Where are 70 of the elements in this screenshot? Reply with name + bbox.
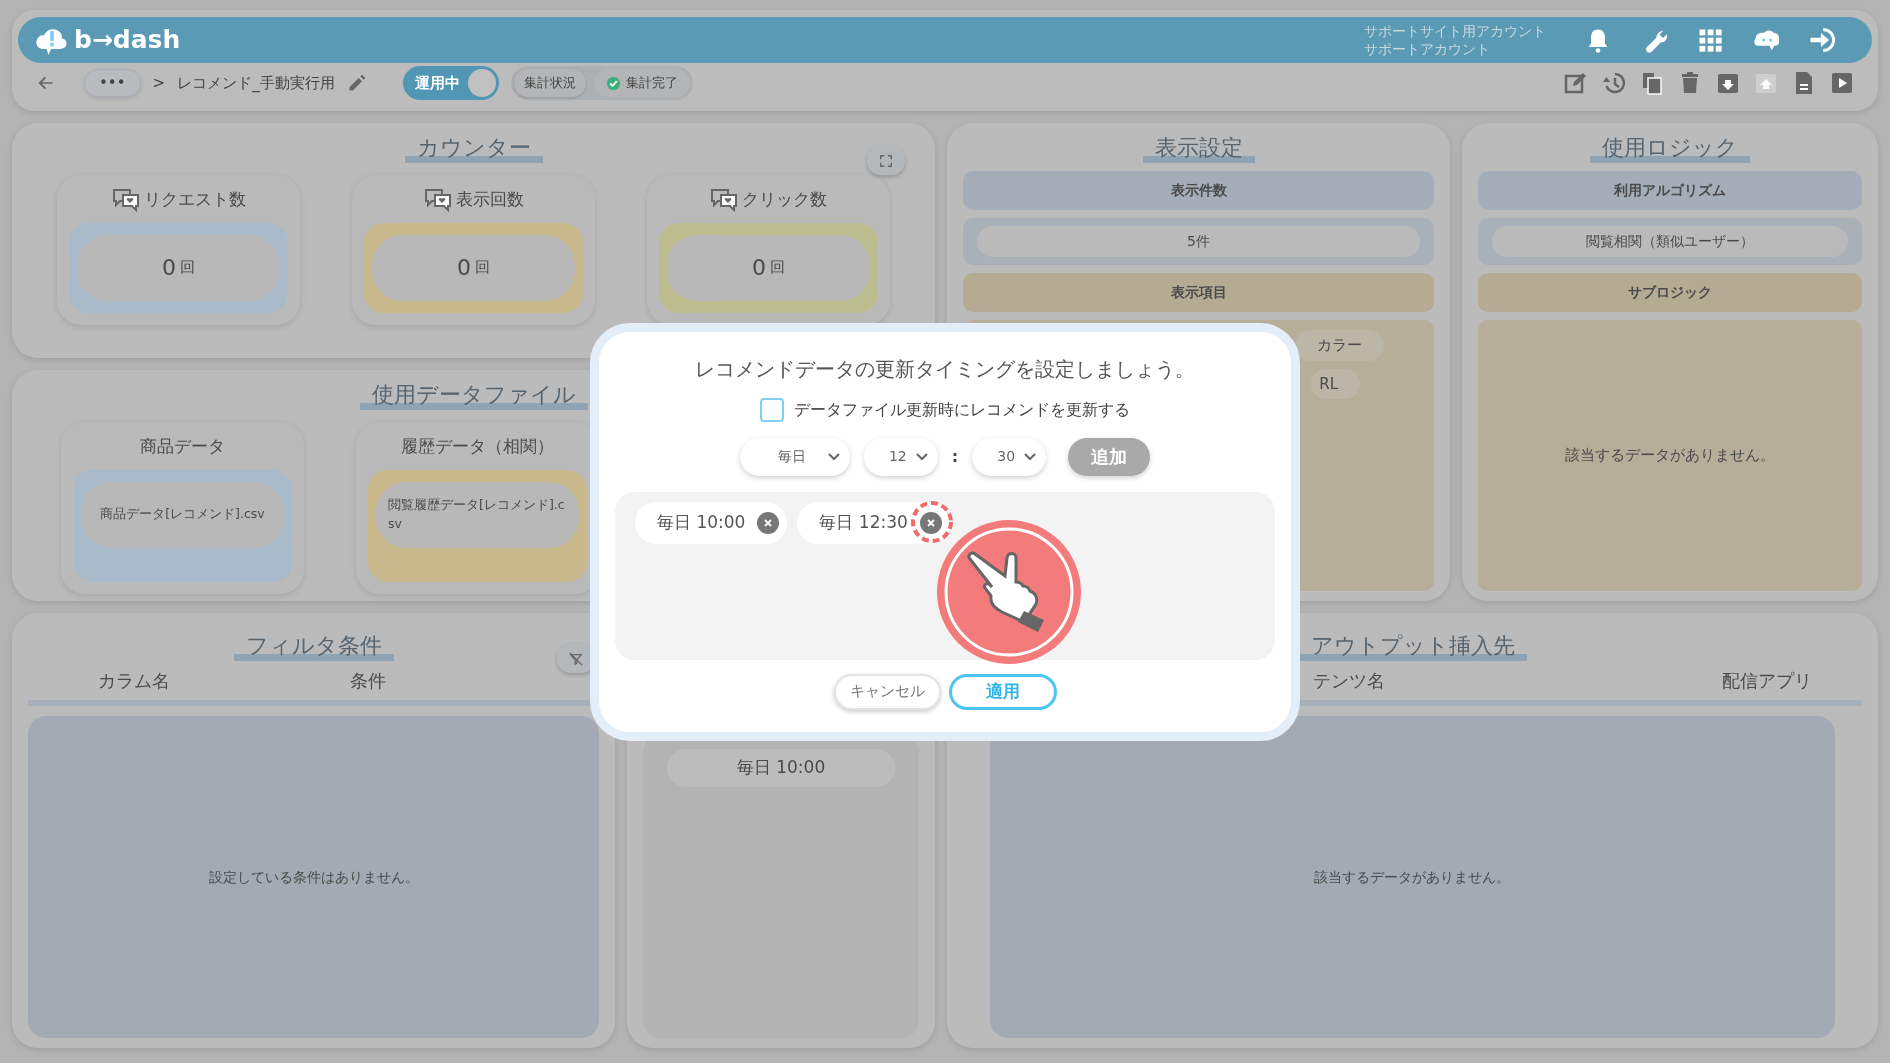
schedule-entry: 毎日 10:00: [667, 749, 895, 787]
data-file-label: 商品データ: [140, 435, 225, 458]
expand-icon: [879, 153, 893, 168]
frequency-dropdown[interactable]: 毎日: [739, 437, 850, 476]
copy-icon[interactable]: [1640, 71, 1664, 95]
chat-bubbles-icon: [710, 187, 738, 212]
logo-text: b→dash: [74, 24, 181, 57]
aggregation-status-button[interactable]: 集計状況: [513, 69, 586, 97]
file-name: 商品データ[レコメンド].csv: [81, 481, 284, 548]
empty-message: 該当するデータがありません。: [1314, 867, 1511, 887]
aggregation-status-text: 集計完了: [625, 74, 678, 93]
display-item-chip: RL: [1311, 368, 1360, 399]
section-header: 利用アルゴリズム: [1478, 171, 1862, 210]
history-icon[interactable]: [1602, 71, 1626, 95]
close-icon: [763, 517, 774, 528]
count-value: 5件: [977, 226, 1420, 257]
hour-dropdown[interactable]: 12: [863, 437, 938, 476]
counter-value: 0: [752, 254, 766, 282]
cancel-button[interactable]: キャンセル: [833, 673, 941, 710]
breadcrumb-separator: >: [152, 72, 166, 94]
file-name: 閲覧履歴データ[レコメンド].csv: [376, 481, 579, 548]
section-header: 表示件数: [963, 171, 1434, 210]
checkbox-label: データファイル更新時にレコメンドを更新する: [794, 398, 1130, 421]
timing-text: 毎日 12:30: [819, 510, 908, 534]
counter-label: 表示回数: [455, 188, 524, 211]
chat-bubbles-icon: [423, 187, 452, 212]
counter-unit: 回: [770, 257, 785, 279]
remove-button[interactable]: [757, 511, 780, 534]
algorithm-value: 閲覧相関（類似ユーザー）: [1492, 226, 1848, 257]
counter-label: リクエスト数: [143, 188, 246, 211]
chevron-down-icon: [1024, 452, 1037, 461]
page-title: レコメンド_手動実行用: [177, 72, 335, 94]
chevron-down-icon: [915, 452, 928, 461]
display-item-chip: カラー: [1295, 330, 1384, 361]
column-header: 条件: [350, 669, 386, 693]
play-icon[interactable]: [1830, 71, 1854, 95]
close-icon: [925, 517, 936, 528]
account-name: サポートサイト用アカウント: [1364, 22, 1546, 40]
empty-message: 該当するデータがありません。: [1565, 445, 1775, 467]
timing-text: 毎日 10:00: [657, 510, 746, 534]
counter-unit: 回: [475, 257, 490, 279]
column-header: カラム名: [98, 669, 170, 693]
check-circle-icon: [605, 75, 621, 91]
edit-icon[interactable]: [1564, 71, 1588, 95]
counter-label: クリック数: [742, 188, 827, 211]
checkbox[interactable]: [760, 397, 784, 422]
panel-title: アウトプット挿入先: [1298, 631, 1527, 661]
remove-button[interactable]: [919, 511, 942, 534]
column-header: テンツ名: [1313, 669, 1385, 693]
empty-message: 設定している条件はありません。: [208, 867, 419, 887]
section-header: 表示項目: [963, 273, 1434, 312]
panel-title: 表示設定: [1142, 133, 1255, 163]
filter-off-icon: [569, 651, 583, 666]
account-name: サポートアカウント: [1364, 40, 1491, 58]
column-header: 配信アプリ: [1722, 669, 1812, 693]
status-toggle[interactable]: 運用中: [402, 66, 499, 100]
minute-dropdown[interactable]: 30: [972, 437, 1047, 476]
chat-bubbles-icon: [111, 187, 140, 212]
chevron-down-icon: [827, 452, 840, 461]
more-button[interactable]: •••: [84, 69, 141, 97]
dialog-title: レコメンドデータの更新タイミングを設定しましょう。: [695, 355, 1195, 383]
section-header: サブロジック: [1478, 273, 1862, 312]
sign-in-icon[interactable]: [1808, 26, 1836, 54]
counter-value: 0: [457, 254, 471, 282]
download-box-icon[interactable]: [1716, 71, 1740, 95]
time-separator: :: [951, 445, 959, 468]
expand-button[interactable]: [867, 145, 905, 175]
data-file-label: 履歴データ（相関）: [401, 435, 554, 458]
counter-value: 0: [162, 254, 176, 282]
counter-unit: 回: [180, 257, 195, 279]
